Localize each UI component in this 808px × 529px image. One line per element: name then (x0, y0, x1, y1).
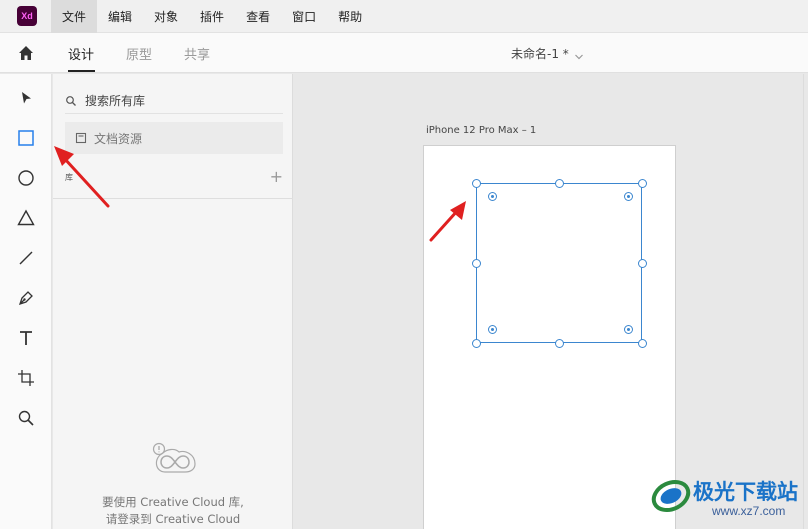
pen-icon (18, 291, 33, 306)
search-icon (66, 95, 76, 106)
corner-radius-handle[interactable] (488, 325, 497, 334)
text-icon (20, 331, 32, 345)
creative-cloud-icon (149, 442, 201, 478)
cc-message-line-2: 请登录到 Creative Cloud (105, 512, 241, 526)
add-library-button[interactable]: + (270, 167, 283, 186)
rectangle-tool[interactable] (14, 126, 38, 150)
artboard-icon (18, 370, 34, 386)
resize-handle-top-right[interactable] (638, 179, 647, 188)
rectangle-icon (18, 130, 34, 146)
corner-radius-handle[interactable] (488, 192, 497, 201)
zoom-tool[interactable] (14, 406, 38, 430)
artboard-tool[interactable] (14, 366, 38, 390)
menu-file[interactable]: 文件 (51, 0, 98, 33)
menu-edit[interactable]: 编辑 (97, 0, 143, 33)
chevron-down-icon[interactable] (574, 47, 584, 60)
resize-handle-bottom-right[interactable] (638, 339, 647, 348)
line-icon (19, 251, 33, 265)
polygon-icon (17, 209, 35, 226)
select-tool[interactable] (14, 86, 38, 110)
menu-window[interactable]: 窗口 (281, 0, 327, 33)
menu-plugins[interactable]: 插件 (189, 0, 235, 33)
creative-cloud-signin-message: 要使用 Creative Cloud 库, 请登录到 Creative Clou… (63, 494, 283, 528)
artboard-title[interactable]: iPhone 12 Pro Max – 1 (426, 125, 536, 136)
xd-logo-icon: Xd (17, 6, 37, 26)
resize-handle-top[interactable] (555, 179, 564, 188)
resize-handle-right[interactable] (638, 259, 647, 268)
resize-handle-bottom-left[interactable] (472, 339, 481, 348)
resize-handle-bottom[interactable] (555, 339, 564, 348)
tab-design[interactable]: 设计 (68, 44, 94, 63)
pen-tool[interactable] (14, 286, 38, 310)
document-title[interactable]: 未命名-1 * (511, 45, 569, 62)
zoom-icon (18, 410, 34, 426)
resize-handle-top-left[interactable] (472, 179, 481, 188)
menu-bar: Xd 文件 编辑 对象 插件 查看 窗口 帮助 (0, 0, 808, 33)
selected-rectangle[interactable] (476, 183, 642, 343)
home-icon[interactable] (16, 43, 36, 63)
cc-message-line-1: 要使用 Creative Cloud 库, (102, 495, 244, 509)
watermark-text: 极光下载站 (693, 481, 798, 504)
xd-app-window: Xd 文件 编辑 对象 插件 查看 窗口 帮助 设计 原型 共享 未命名-1 * (0, 0, 808, 529)
watermark-logo-icon (651, 479, 691, 513)
watermark-url: www.xz7.com (712, 504, 786, 518)
corner-radius-handle[interactable] (624, 192, 633, 201)
red-arrow-annotation-icon (54, 146, 110, 208)
resize-handle-left[interactable] (472, 259, 481, 268)
text-tool[interactable] (14, 326, 38, 350)
corner-radius-handle[interactable] (624, 325, 633, 334)
tab-share[interactable]: 共享 (184, 44, 210, 63)
menu-object[interactable]: 对象 (143, 0, 189, 33)
line-tool[interactable] (14, 246, 38, 270)
ellipse-icon (18, 170, 34, 186)
library-search[interactable]: 搜索所有库 (65, 88, 283, 114)
watermark: 极光下载站 www.xz7.com (648, 470, 808, 529)
red-arrow-annotation-icon (429, 201, 466, 242)
menu-help[interactable]: 帮助 (327, 0, 373, 33)
polygon-tool[interactable] (14, 206, 38, 230)
search-label: 搜索所有库 (85, 94, 146, 108)
select-arrow-icon (22, 92, 31, 104)
menu-view[interactable]: 查看 (235, 0, 281, 33)
active-tab-indicator (68, 70, 95, 72)
mode-tab-bar: 设计 原型 共享 未命名-1 * (0, 33, 808, 73)
tab-prototype[interactable]: 原型 (126, 44, 152, 63)
tools-toolbar (0, 74, 52, 529)
ellipse-tool[interactable] (14, 166, 38, 190)
canvas-edge-line (803, 74, 804, 529)
